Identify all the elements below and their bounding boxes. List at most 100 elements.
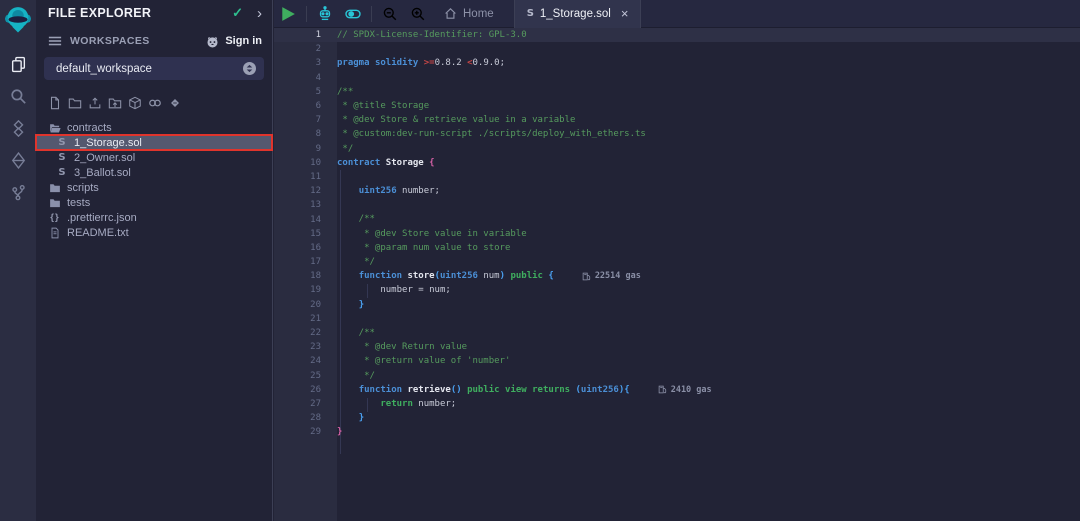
folder-icon — [48, 182, 62, 194]
activity-deploy-run-icon[interactable] — [0, 144, 36, 176]
tree-item-label: README.txt — [67, 227, 129, 239]
line-number: 17 — [274, 257, 337, 267]
solidity-file-icon: S — [55, 167, 69, 178]
line-number: 9 — [274, 144, 337, 154]
upload-file-icon[interactable] — [88, 96, 102, 110]
tab-label: Home — [463, 8, 494, 20]
home-icon — [444, 7, 457, 20]
search-icon — [10, 88, 27, 105]
tab-1-storage-sol[interactable]: S1_Storage.sol× — [514, 0, 642, 28]
line-number: 20 — [274, 300, 337, 310]
code-line-5: 5/** — [274, 85, 1080, 99]
workspace-select[interactable]: default_workspace — [44, 57, 264, 80]
code-text: * @title Storage — [337, 99, 429, 113]
tree-item-2-owner-sol[interactable]: S2_Owner.sol — [36, 150, 272, 165]
code-text: */ — [337, 369, 375, 383]
code-line-25: 25 */ — [274, 369, 1080, 383]
tree-item-3-ballot-sol[interactable]: S 3_Ballot.sol — [36, 165, 272, 180]
code-line-10: 10contract Storage { — [274, 156, 1080, 170]
code-lines: 1// SPDX-License-Identifier: GPL-3.023pr… — [274, 28, 1080, 439]
code-text: * @return value of 'number' — [337, 354, 510, 368]
new-folder-icon — [68, 96, 82, 110]
sign-in-button[interactable]: Sign in — [205, 35, 262, 48]
code-line-3: 3pragma solidity >=0.8.2 <0.9.0; — [274, 56, 1080, 70]
tree-item-readme-txt[interactable]: README.txt — [36, 225, 272, 240]
activity-search-icon[interactable] — [0, 80, 36, 112]
zoom-out-button-icon — [382, 6, 398, 22]
deploy-run-icon — [10, 152, 27, 169]
line-number: 27 — [274, 399, 337, 409]
tab-home[interactable]: Home — [432, 0, 506, 28]
run-script-button[interactable] — [274, 0, 302, 28]
code-text: pragma solidity >=0.8.2 <0.9.0; — [337, 56, 505, 70]
folder-icon — [48, 197, 62, 209]
toolbar-separator — [306, 6, 307, 22]
tab-label: 1_Storage.sol — [540, 8, 611, 20]
code-text: } — [337, 298, 364, 312]
ai-assistant-button[interactable] — [311, 0, 339, 28]
activity-git-icon[interactable] — [0, 176, 36, 208]
new-file-icon[interactable] — [48, 96, 62, 110]
code-line-27: 27 return number; — [274, 397, 1080, 411]
new-folder-icon[interactable] — [68, 96, 82, 110]
line-number: 22 — [274, 328, 337, 338]
code-text: // SPDX-License-Identifier: GPL-3.0 — [337, 28, 527, 42]
code-text: function retrieve() public view returns … — [337, 383, 630, 397]
hamburger-menu-icon[interactable] — [48, 35, 62, 47]
link-icon[interactable] — [148, 96, 162, 110]
line-number: 2 — [274, 44, 337, 54]
box-icon — [128, 96, 142, 110]
tree-item-contracts[interactable]: contracts — [36, 120, 272, 135]
tree-item-tests[interactable]: tests — [36, 195, 272, 210]
activity-remix-logo[interactable] — [0, 0, 36, 40]
tree-item-label: 2_Owner.sol — [74, 152, 135, 164]
code-text: uint256 number; — [337, 184, 440, 198]
file-explorer-icon — [10, 56, 27, 73]
line-number: 19 — [274, 285, 337, 295]
upload-folder-icon — [108, 96, 122, 110]
tree-item-label: 1_Storage.sol — [74, 137, 142, 149]
code-text: */ — [337, 142, 353, 156]
chevron-right-icon[interactable]: › — [257, 6, 262, 21]
box-icon[interactable] — [128, 96, 142, 110]
zoom-in-button[interactable] — [404, 0, 432, 28]
gas-estimate-badge: 22514 gas — [582, 271, 641, 281]
code-text: contract Storage { — [337, 156, 435, 170]
line-number: 26 — [274, 385, 337, 395]
new-file-icon — [48, 96, 62, 110]
tree-item--prettierrc-json[interactable]: {}.prettierrc.json — [36, 210, 272, 225]
code-text: number = num; — [337, 283, 451, 297]
gas-estimate-badge: 2410 gas — [658, 385, 712, 395]
code-editor[interactable]: 1// SPDX-License-Identifier: GPL-3.023pr… — [274, 28, 1080, 521]
code-line-17: 17 */ — [274, 255, 1080, 269]
line-number: 8 — [274, 129, 337, 139]
code-line-20: 20 } — [274, 298, 1080, 312]
upload-folder-icon[interactable] — [108, 96, 122, 110]
line-number: 21 — [274, 314, 337, 324]
zoom-out-button[interactable] — [376, 0, 404, 28]
code-line-23: 23 * @dev Return value — [274, 340, 1080, 354]
toolbar-separator — [371, 6, 372, 22]
code-line-12: 12 uint256 number; — [274, 184, 1080, 198]
toggle-button[interactable] — [339, 0, 367, 28]
activity-solidity-compiler-icon[interactable] — [0, 112, 36, 144]
tree-item-label: 3_Ballot.sol — [74, 167, 131, 179]
tree-item-scripts[interactable]: scripts — [36, 180, 272, 195]
workspaces-row: WORKSPACES Sign in — [36, 30, 272, 52]
gist-icon[interactable] — [168, 96, 182, 110]
code-line-2: 2 — [274, 42, 1080, 56]
tree-item-1-storage-sol[interactable]: S1_Storage.sol — [36, 135, 272, 150]
gist-icon — [168, 96, 182, 110]
tree-item-label: .prettierrc.json — [67, 212, 137, 224]
code-line-8: 8 * @custom:dev-run-script ./scripts/dep… — [274, 127, 1080, 141]
file-ops-toolbar — [36, 94, 272, 112]
activity-file-explorer-icon[interactable] — [0, 48, 36, 80]
file-explorer-panel: FILE EXPLORER ✓ › WORKSPACES Sign in def… — [36, 0, 273, 521]
zoom-in-button-icon — [410, 6, 426, 22]
code-line-21: 21 — [274, 312, 1080, 326]
workspace-stepper-icon[interactable] — [243, 62, 256, 75]
code-text: return number; — [337, 397, 456, 411]
main-area: HomeS1_Storage.sol× 1// SPDX-License-Ide… — [274, 0, 1080, 521]
close-tab-icon[interactable]: × — [621, 7, 629, 20]
check-icon[interactable]: ✓ — [232, 5, 243, 21]
